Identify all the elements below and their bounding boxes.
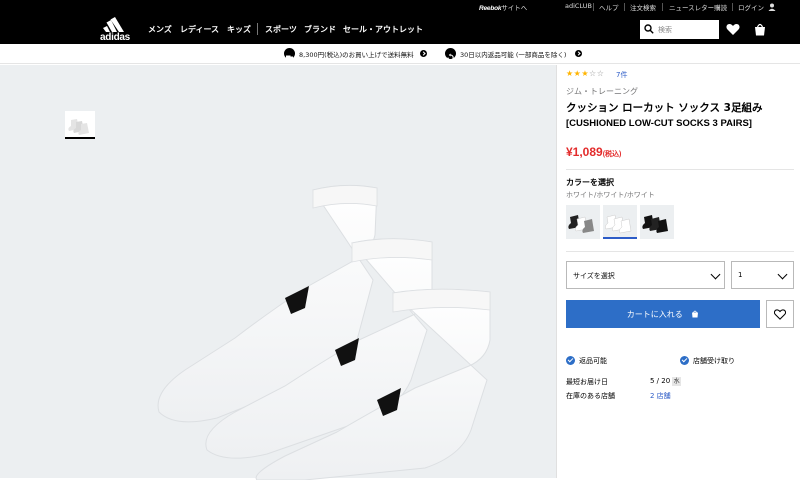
nav-kids[interactable]: キッズ [227,24,251,35]
free-shipping-text[interactable]: 8,300円(税込)のお買い上げで送料無料 [299,49,414,59]
product-info-panel: ★★★☆☆ 7件 ジム・トレーニング クッション ローカット ソックス 3足組み… [556,65,800,478]
color-swatch-white[interactable] [603,205,637,239]
store-pickup-feature[interactable]: 店舗受け取り [693,356,735,366]
chevron-down-icon [777,269,788,280]
three-stripes-icon [103,17,124,32]
search-input[interactable]: 検索 [640,20,719,39]
heart-outline-icon [774,309,786,320]
nav-sports[interactable]: スポーツ [265,24,297,35]
divider [593,3,594,11]
reebok-brand: Reebok [479,5,502,12]
add-to-cart-label: カートに入れる [566,309,760,320]
divider [732,3,733,11]
user-icon [768,3,776,11]
divider [662,3,663,11]
wishlist-button[interactable] [766,300,794,328]
product-category: ジム・トレーニング [566,87,638,96]
check-circle-icon [566,356,575,365]
rating-stars[interactable]: ★★★☆☆ [566,69,604,78]
color-swatch-black[interactable] [640,205,674,239]
size-select-value: サイズを選択 [573,272,615,280]
color-swatch-black-white-grey[interactable] [566,205,600,239]
heart-icon[interactable] [726,23,740,36]
chevron-down-icon [710,269,721,280]
divider [566,169,794,170]
gallery-thumbnail[interactable] [65,111,95,139]
nav-womens[interactable]: レディース [180,24,219,35]
nav-mens[interactable]: メンズ [148,24,172,35]
reebok-site-link[interactable]: Reebokサイトへ [479,2,527,12]
newsletter-link[interactable]: ニュースレター購読 [669,2,727,12]
search-placeholder: 検索 [658,26,672,34]
chevron-right-icon[interactable] [420,50,427,57]
price-tax-label: (税込) [602,151,622,158]
search-icon [644,24,654,34]
returnable-feature: 返品可能 [579,357,607,365]
store-stock-label: 在庫のある店舗 [566,392,615,400]
product-title-en: [CUSHIONED LOW-CUT SOCKS 3 PAIRS] [566,118,752,129]
product-title-jp: クッション ローカット ソックス 3足組み [566,102,763,114]
check-circle-icon [680,356,689,365]
delivery-weekday: 水 [672,377,682,386]
help-link[interactable]: ヘルプ [599,2,619,12]
nav-divider [257,23,258,35]
product-gallery [0,65,556,480]
login-link[interactable]: ログイン [738,2,764,12]
shopping-bag-icon[interactable] [753,23,767,36]
nav-sale-outlet[interactable]: セール・アウトレット [343,24,423,35]
main-nav: adidas メンズ レディース キッズ スポーツ ブランド セール・アウトレッ… [0,14,800,44]
add-to-cart-button[interactable]: カートに入れる [566,300,760,328]
bag-icon [692,310,699,318]
chevron-right-icon[interactable] [575,50,582,57]
return-icon [445,48,456,61]
review-count[interactable]: 7件 [616,70,627,80]
delivery-date: 5 / 20 水 [650,377,682,386]
returns-text[interactable]: 30日以内返品可能 (一部商品を除く) [460,49,566,59]
delivery-label: 最短お届け日 [566,378,608,386]
quantity-select[interactable]: 1 [731,261,794,289]
promo-bar: 8,300円(税込)のお買い上げで送料無料 30日以内返品可能 (一部商品を除く… [0,44,800,64]
store-count-link[interactable]: 2 店舗 [650,392,671,400]
nav-brands[interactable]: ブランド [304,24,336,35]
order-search-link[interactable]: 注文検索 [630,2,656,12]
divider [624,3,625,11]
adiclub-link[interactable]: adiCLUB [565,2,592,10]
adidas-logo[interactable]: adidas [93,17,137,43]
product-price: ¥1,089(税込) [566,145,622,159]
store-stock-value[interactable]: 2 店舗 [650,391,671,401]
product-image [157,184,491,480]
color-name: ホワイト/ホワイト/ホワイト [566,191,655,199]
divider [566,251,794,252]
quantity-value: 1 [738,271,743,279]
logo-wordmark: adidas [100,32,130,43]
truck-icon [284,48,295,61]
size-select[interactable]: サイズを選択 [566,261,725,289]
color-label: カラーを選択 [566,178,614,187]
utility-bar: Reebokサイトへ adiCLUB ヘルプ 注文検索 ニュースレター購読 ログ… [0,0,800,14]
